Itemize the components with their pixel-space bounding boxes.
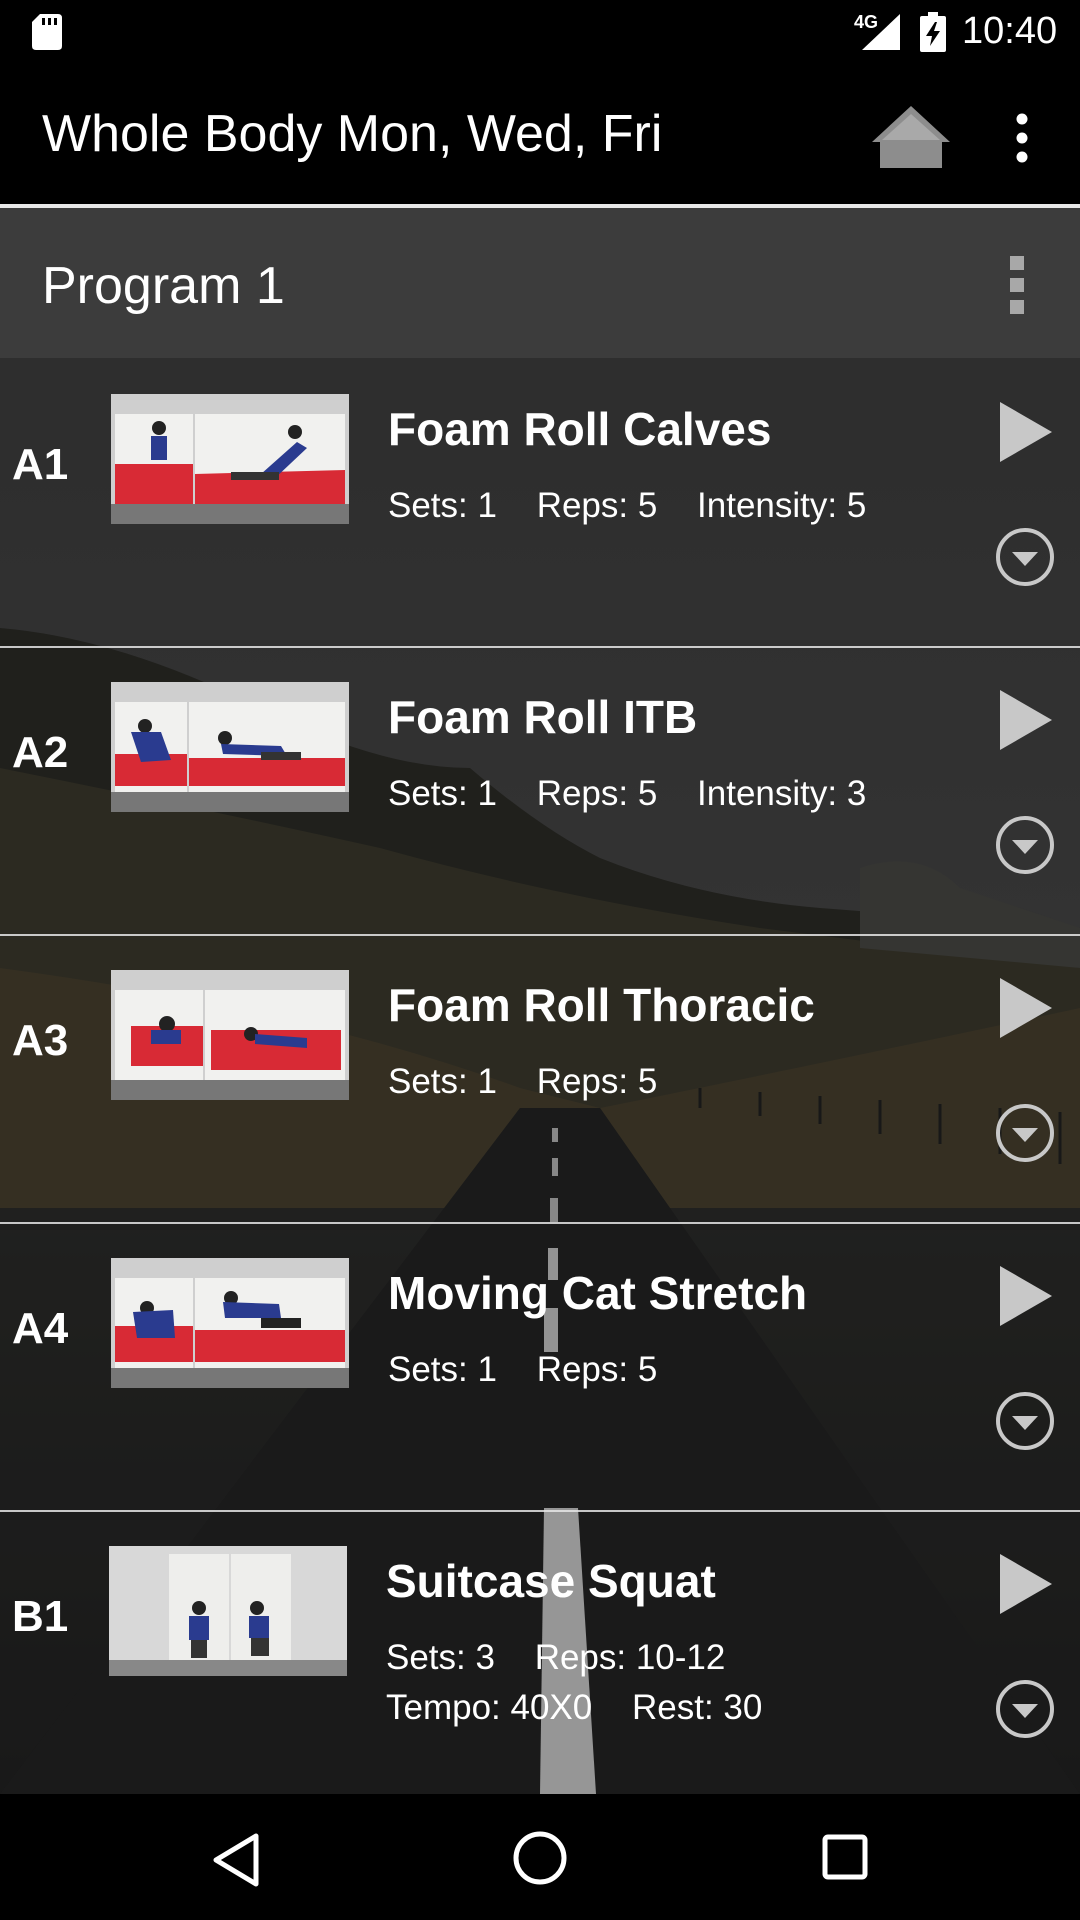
system-nav-bar (0, 1794, 1080, 1920)
battery-charging-icon (920, 12, 946, 52)
exercise-row[interactable]: A1 Foam Roll Calves Sets: 1 Reps: 5 Inte… (0, 358, 1080, 648)
exercise-row[interactable]: A2 Foam Roll ITB Sets: 1 Reps: 5 Intensi… (0, 646, 1080, 936)
play-icon[interactable] (992, 688, 1056, 752)
status-bar: 4G 10:40 (0, 0, 1080, 64)
sd-card-icon (32, 14, 62, 50)
exercise-code: A2 (12, 728, 69, 777)
play-icon[interactable] (992, 1552, 1056, 1616)
reps-label: Reps: 5 (536, 1350, 658, 1389)
exercise-thumbnail (111, 394, 349, 524)
exercise-name: Moving Cat Stretch (388, 1267, 808, 1319)
expand-chevron-icon[interactable] (994, 1390, 1056, 1452)
exercise-name: Foam Roll Thoracic (388, 979, 815, 1031)
exercise-name: Foam Roll Calves (388, 403, 772, 455)
exercise-thumbnail (111, 970, 349, 1100)
back-icon[interactable] (208, 1830, 264, 1890)
play-icon[interactable] (992, 1264, 1056, 1328)
program-section-header: Program 1 (0, 208, 1080, 358)
recent-apps-icon[interactable] (820, 1832, 870, 1882)
exercise-code: A4 (12, 1304, 69, 1353)
rest-label: Rest: 30 (631, 1688, 763, 1727)
reps-label: Reps: 10-12 (534, 1638, 726, 1677)
signal-icon (862, 14, 900, 50)
play-icon[interactable] (992, 400, 1056, 464)
sets-label: Sets: 1 (388, 1350, 497, 1389)
exercise-details: Sets: 1 Reps: 5 Intensity: 3 (388, 774, 896, 814)
home-circle-icon[interactable] (510, 1828, 570, 1888)
exercise-details-extra: Tempo: 40X0 Rest: 30 (386, 1688, 792, 1728)
exercise-code: B1 (12, 1592, 69, 1641)
exercise-code: A1 (12, 440, 69, 489)
tempo-label: Tempo: 40X0 (386, 1688, 593, 1727)
reps-label: Reps: 5 (536, 1062, 658, 1101)
exercise-row[interactable]: A3 Foam Roll Thoracic Sets: 1 Reps: 5 (0, 934, 1080, 1224)
play-icon[interactable] (992, 976, 1056, 1040)
sets-label: Sets: 3 (386, 1638, 495, 1677)
exercise-row[interactable]: A4 Moving Cat Stretch Sets: 1 Reps: 5 (0, 1222, 1080, 1512)
page-title: Whole Body Mon, Wed, Fri (42, 105, 663, 163)
exercise-details: Sets: 3 Reps: 10-12 (386, 1638, 755, 1678)
expand-chevron-icon[interactable] (994, 1102, 1056, 1164)
exercise-row[interactable]: B1 Suitcase Squat Sets: 3 Reps: 10-12 Te… (0, 1510, 1080, 1794)
exercise-thumbnail (109, 1546, 347, 1676)
app-toolbar: Whole Body Mon, Wed, Fri (0, 64, 1080, 204)
exercise-details: Sets: 1 Reps: 5 (388, 1350, 687, 1390)
intensity-label: Intensity: 5 (697, 486, 867, 525)
overflow-menu-icon[interactable] (1010, 112, 1034, 164)
reps-label: Reps: 5 (536, 486, 658, 525)
exercise-name: Suitcase Squat (386, 1555, 716, 1607)
reps-label: Reps: 5 (536, 774, 658, 813)
exercise-thumbnail (111, 1258, 349, 1388)
exercise-thumbnail (111, 682, 349, 812)
intensity-label: Intensity: 3 (697, 774, 867, 813)
exercise-details: Sets: 1 Reps: 5 (388, 1062, 687, 1102)
exercise-name: Foam Roll ITB (388, 691, 698, 743)
expand-chevron-icon[interactable] (994, 1678, 1056, 1740)
expand-chevron-icon[interactable] (994, 814, 1056, 876)
section-menu-icon[interactable] (1006, 256, 1028, 314)
sets-label: Sets: 1 (388, 774, 497, 813)
expand-chevron-icon[interactable] (994, 526, 1056, 588)
clock: 10:40 (962, 10, 1058, 52)
exercise-details: Sets: 1 Reps: 5 Intensity: 5 (388, 486, 896, 526)
exercise-code: A3 (12, 1016, 69, 1065)
section-title: Program 1 (42, 257, 285, 315)
sets-label: Sets: 1 (388, 1062, 497, 1101)
sets-label: Sets: 1 (388, 486, 497, 525)
home-icon[interactable] (870, 104, 952, 170)
